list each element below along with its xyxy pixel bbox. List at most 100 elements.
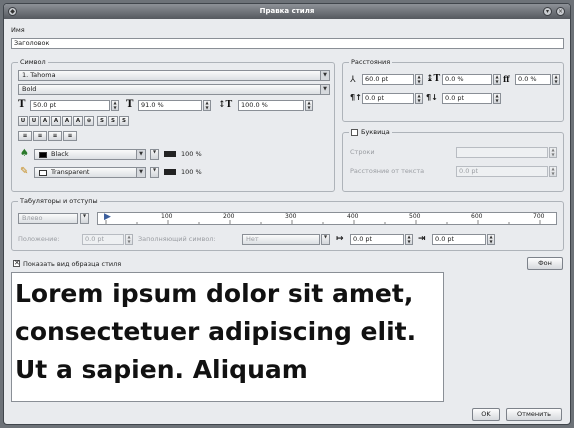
line-spacing-input[interactable]: 0.0 % [442,74,492,85]
fill-char-menu[interactable]: ▼ [321,234,330,245]
smallcaps-button[interactable]: A [73,116,83,126]
indent-marker-icon[interactable]: ▶ [104,213,111,222]
space-below-spinner[interactable]: ▲ ▼ [493,93,501,104]
minimize-icon[interactable]: ▾ [543,7,552,16]
superscript-button[interactable]: A [51,116,61,126]
tab-position-spinner[interactable]: ▲ ▼ [125,234,133,245]
font-style-select[interactable]: Bold ▼ [18,84,330,95]
tracking-icon: ⅄ [350,75,356,85]
fill-color-value: Black [51,150,69,158]
underline-words-button[interactable]: U [29,116,39,126]
spacing-group: Расстояния [342,58,564,122]
preview-text: Lorem ipsum dolor sit amet, consectetuer… [15,279,417,384]
fill-shade-menu[interactable]: ▼ [150,149,159,160]
tracking-spinner[interactable]: ▲ ▼ [415,74,423,85]
fill-color-select[interactable]: Black ▼ [34,149,146,160]
strikethrough-button[interactable]: S [97,116,107,126]
title-bar: Правка стиля [4,4,570,19]
space-below-input[interactable]: 0.0 pt [442,93,492,104]
edit-style-dialog: Правка стиля ◆ ▾ × Имя Заголовок Символ … [3,3,571,425]
scale-height-spinner[interactable]: ▲ ▼ [305,100,313,111]
first-indent-input[interactable]: 0.0 pt [350,234,404,245]
left-indent-icon: ⇥ [418,234,426,244]
fill-char-value: Нет [246,235,259,243]
stroke-button[interactable]: S [119,116,129,126]
font-size-spinner[interactable]: ▲ ▼ [111,100,119,111]
ruler-mark: 100 [161,213,173,220]
dropcap-offset-input[interactable]: 0.0 pt [456,166,548,177]
font-size-icon: T [18,99,26,110]
background-button[interactable]: Фон [527,257,563,270]
dropcap-title-text: Буквица [361,128,390,136]
character-group-title: Символ [18,58,48,66]
scale-width-input[interactable]: 91.0 % [138,100,202,111]
tab-align-menu[interactable]: ▼ [80,213,89,224]
tab-ruler[interactable]: ▶ 100 200 300 400 500 600 700 [97,212,557,225]
stroke-color-value: Transparent [51,168,90,176]
first-indent-spinner[interactable]: ▲ ▼ [405,234,413,245]
font-style-value: Bold [22,85,37,93]
underline-button[interactable]: U [18,116,28,126]
align-left-button[interactable]: ≡ [18,131,32,141]
tab-align-value: Влево [22,214,43,222]
line-spacing-spinner[interactable]: ▲ ▼ [493,74,501,85]
close-icon[interactable]: × [556,7,565,16]
baseline-spinner[interactable]: ▲ ▼ [552,74,560,85]
ruler-mark: 400 [347,213,359,220]
first-indent-icon: ↦ [336,234,344,244]
font-family-select[interactable]: 1. Tahoma ▼ [18,70,330,81]
name-label: Имя [11,26,25,34]
style-preview: Lorem ipsum dolor sit amet, consectetuer… [11,272,444,402]
space-below-icon: ¶↓ [426,93,438,102]
baseline-input[interactable]: 0.0 % [515,74,551,85]
ok-button[interactable]: OK [472,408,500,421]
shade-icon [164,169,176,175]
allcaps-button[interactable]: A [62,116,72,126]
dropcap-lines-input[interactable] [456,147,548,158]
space-above-spinner[interactable]: ▲ ▼ [415,93,423,104]
window-menu-icon[interactable]: ◆ [8,7,17,16]
stroke-color-select[interactable]: Transparent ▼ [34,167,146,178]
window-title: Правка стиля [259,7,315,15]
fill-char-select[interactable]: Нет [242,234,320,245]
shadow-button[interactable]: S [108,116,118,126]
line-spacing-icon: ↨T [426,74,441,84]
scale-width-spinner[interactable]: ▲ ▼ [203,100,211,111]
stroke-shade-menu[interactable]: ▼ [150,167,159,178]
stroke-swatch [39,170,47,176]
fill-shade-value: 100 % [181,150,202,158]
dropcap-offset-spinner[interactable]: ▲ ▼ [549,166,557,177]
fill-color-icon: ♠ [20,148,29,159]
spacing-group-title: Расстояния [349,58,393,66]
chevron-down-icon: ▼ [320,85,329,94]
tracking-input[interactable]: 60.0 pt [362,74,414,85]
space-above-input[interactable]: 0.0 pt [362,93,414,104]
ruler-mark: 500 [409,213,421,220]
left-indent-spinner[interactable]: ▲ ▼ [487,234,495,245]
align-center-button[interactable]: ≡ [33,131,47,141]
baseline-icon: ff [503,74,510,84]
font-size-input[interactable]: 50.0 pt [30,100,110,111]
align-right-button[interactable]: ≡ [48,131,62,141]
dropcap-lines-spinner[interactable]: ▲ ▼ [549,147,557,158]
style-name-input[interactable]: Заголовок [11,38,564,49]
scale-height-input[interactable]: 100.0 % [238,100,304,111]
tab-position-label: Положение: [18,235,60,243]
stroke-color-icon: ✎ [20,166,29,177]
chevron-down-icon: ▼ [320,71,329,80]
dropcap-offset-label: Расстояние от текста [350,167,425,175]
tab-position-input[interactable]: 0.0 pt [82,234,124,245]
dropcap-group: Буквица [342,128,564,192]
outline-button[interactable]: ⊕ [84,116,94,126]
left-indent-input[interactable]: 0.0 pt [432,234,486,245]
tab-align-select[interactable]: Влево [18,213,78,224]
dropcap-checkbox[interactable] [351,128,358,136]
ruler-mark: 700 [533,213,545,220]
tabs-group-title: Табуляторы и отступы [18,197,100,205]
align-justify-button[interactable]: ≡ [63,131,77,141]
cancel-button[interactable]: Отменить [506,408,562,421]
dropcap-lines-label: Строки [350,148,375,156]
ruler-mark: 200 [223,213,235,220]
show-preview-checkbox[interactable]: ✕ [13,260,20,267]
subscript-button[interactable]: A [40,116,50,126]
